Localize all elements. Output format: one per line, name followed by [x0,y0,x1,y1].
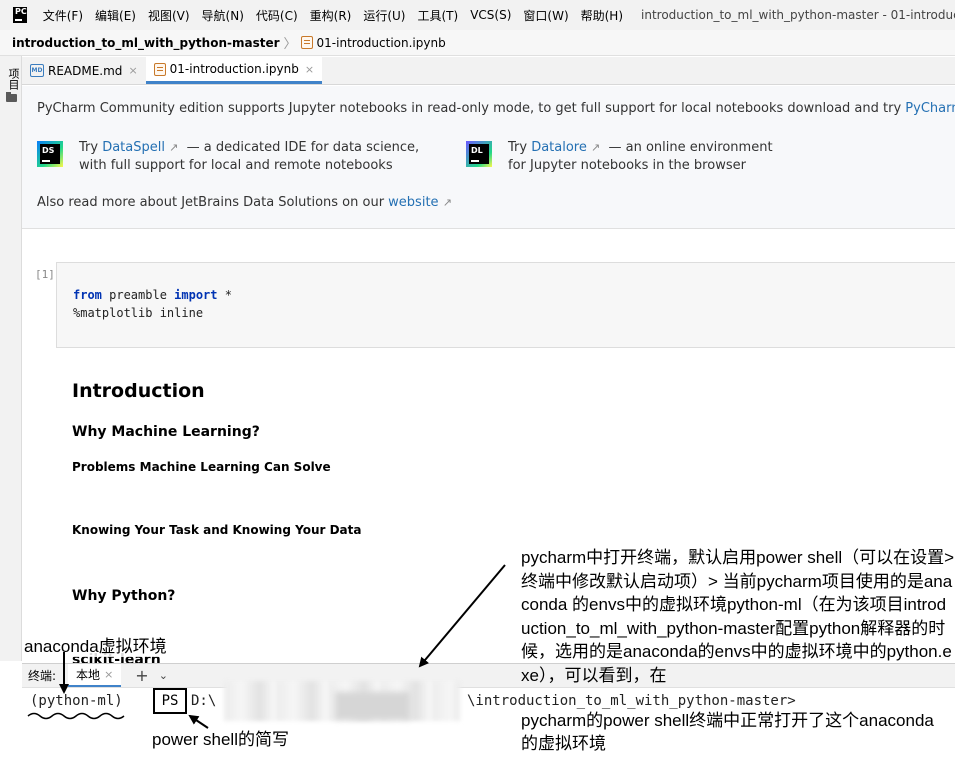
external-link-icon: ↗ [591,141,601,154]
keyword-from: from [73,288,102,302]
pycharm-pro-link[interactable]: PyCharm Pro [905,101,955,116]
notice-text: PyCharm Community edition supports Jupyt… [37,101,955,116]
heading-why-python: Why Python? [72,588,176,604]
window-title: introduction_to_ml_with_python-master - … [641,8,955,22]
import-star: * [217,288,232,302]
dataspell-logo-icon: DS [37,141,63,167]
datalore-desc-2: for Jupyter notebooks in the browser [508,158,746,173]
datalore-desc-1: — an online environment [608,140,773,155]
code-line-1: from preamble import * [73,288,232,302]
external-link-icon: ↗ [169,141,179,154]
project-tool-button[interactable]: 项目 [5,68,21,90]
path-suffix: \introduction_to_ml_with_python-master> [467,693,796,709]
terminal-tab-local[interactable]: 本地 × [68,664,122,687]
breadcrumb-project[interactable]: introduction_to_ml_with_python-master [12,36,280,50]
dataspell-desc-2: with full support for local and remote n… [79,158,393,173]
left-tool-strip: 项目 [0,56,22,661]
close-icon[interactable]: × [104,668,113,681]
keyword-import: import [174,288,218,302]
menu-run[interactable]: 运行(U) [363,7,405,24]
notebook-file-icon [153,62,166,76]
notebook-file-icon [300,36,313,49]
try-text: Try [508,140,532,155]
menu-code[interactable]: 代码(C) [256,7,298,24]
annotation-anaconda-env: anaconda虚拟环境 [24,632,167,657]
menu-window[interactable]: 窗口(W) [523,7,568,24]
datalore-link[interactable]: Datalore [531,140,587,155]
datalore-promo: DL Try Datalore ↗ — an online environmen… [466,139,773,175]
heading-why-machine-learning: Why Machine Learning? [72,424,260,440]
also-read-message: Also read more about JetBrains Data Solu… [37,195,389,210]
datalore-promo-text: Try Datalore ↗ — an online environment f… [508,139,773,175]
tab-notebook[interactable]: 01-introduction.ipynb × [145,57,323,84]
datalore-logo-text: DL [469,144,489,164]
redacted-path-block [335,692,410,720]
breadcrumb-file[interactable]: 01-introduction.ipynb [317,36,446,50]
dataspell-desc-1: — a dedicated IDE for data science, [186,140,420,155]
dataspell-promo-text: Try DataSpell ↗ — a dedicated IDE for da… [79,139,419,175]
notice-message: PyCharm Community edition supports Jupyt… [37,101,906,116]
readonly-notice-banner: PyCharm Community edition supports Jupyt… [22,86,955,229]
close-icon[interactable]: × [128,64,137,77]
ps-highlight-box: PS [153,688,187,714]
code-line-2: %matplotlib inline [73,306,204,320]
add-terminal-button[interactable]: + [135,666,148,685]
markdown-file-icon: MD [30,64,44,77]
conda-env-prefix: (python-ml) [30,693,123,709]
drive-prefix: D:\ [191,693,217,709]
annotation-ps-abbrev: power shell的简写 [152,730,289,749]
cell-execution-count: [1] [35,268,55,281]
menu-file[interactable]: 文件(F) [43,7,83,24]
terminal-label: 终端: [28,669,57,683]
datalore-logo-icon: DL [466,141,492,167]
annotation-main: pycharm中打开终端，默认启用power shell（可以在设置> 终端中修… [521,548,955,685]
tab-readme-label: README.md [48,63,123,78]
code-cell[interactable]: from preamble import * %matplotlib inlin… [56,262,955,348]
heading-knowing-task: Knowing Your Task and Knowing Your Data [72,523,362,537]
menu-refactor[interactable]: 重构(R) [310,7,352,24]
website-link[interactable]: website [388,195,438,210]
annotation-bottom: pycharm的power shell终端中正常打开了这个anaconda的虚拟… [521,711,934,753]
arrow-to-terminal [418,564,506,668]
dataspell-link[interactable]: DataSpell [102,140,165,155]
editor-tabs: MD README.md × 01-introduction.ipynb × [22,57,955,85]
try-text: Try [79,140,103,155]
chevron-down-icon[interactable]: ⌄ [159,669,168,682]
heading-problems: Problems Machine Learning Can Solve [72,460,331,474]
dataspell-logo-text: DS [40,144,60,164]
also-read-text: Also read more about JetBrains Data Solu… [37,195,452,210]
breadcrumb: introduction_to_ml_with_python-master 〉 … [0,30,955,56]
module-name: preamble [101,288,175,302]
tab-notebook-label: 01-introduction.ipynb [169,62,299,76]
menu-navigate[interactable]: 导航(N) [202,7,244,24]
menu-help[interactable]: 帮助(H) [581,7,623,24]
menu-tools[interactable]: 工具(T) [418,7,459,24]
breadcrumb-separator: 〉 [283,37,297,52]
heading-introduction: Introduction [72,380,205,402]
logo-text: PC [15,7,27,16]
menu-edit[interactable]: 编辑(E) [95,7,136,24]
close-icon[interactable]: × [305,63,314,76]
terminal-tab-label: 本地 [76,668,101,682]
external-link-icon: ↗ [442,196,452,209]
dataspell-promo: DS Try DataSpell ↗ — a dedicated IDE for… [37,139,419,175]
folder-icon[interactable] [6,92,17,102]
menu-vcs[interactable]: VCS(S) [470,8,511,22]
menu-view[interactable]: 视图(V) [148,7,190,24]
pycharm-logo-icon: PC [13,7,27,23]
menu-bar: PC 文件(F) 编辑(E) 视图(V) 导航(N) 代码(C) 重构(R) 运… [0,0,955,30]
tab-readme[interactable]: MD README.md × [22,57,146,84]
